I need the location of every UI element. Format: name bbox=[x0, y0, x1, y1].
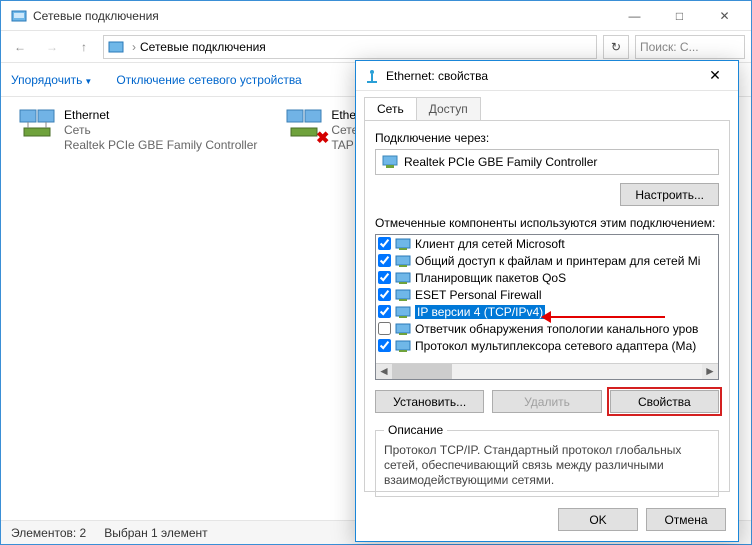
configure-button[interactable]: Настроить... bbox=[620, 183, 719, 206]
dialog-titlebar[interactable]: Ethernet: свойства ✕ bbox=[356, 61, 738, 91]
tab-panel-network: Подключение через: Realtek PCIe GBE Fami… bbox=[364, 120, 730, 492]
component-checkbox[interactable] bbox=[378, 322, 391, 335]
component-row[interactable]: ESET Personal Firewall bbox=[376, 286, 718, 303]
ok-button[interactable]: OK bbox=[558, 508, 638, 531]
adapter-field[interactable]: Realtek PCIe GBE Family Controller bbox=[375, 149, 719, 175]
component-icon bbox=[395, 271, 411, 285]
adapter-name: Ethernet bbox=[64, 108, 257, 123]
status-selected: Выбран 1 элемент bbox=[104, 526, 207, 540]
maximize-button[interactable]: □ bbox=[657, 1, 702, 30]
component-label: ESET Personal Firewall bbox=[415, 288, 542, 302]
component-checkbox[interactable] bbox=[378, 288, 391, 301]
network-icon bbox=[364, 68, 380, 84]
app-icon bbox=[11, 8, 27, 24]
component-checkbox[interactable] bbox=[378, 271, 391, 284]
component-label: Ответчик обнаружения топологии канальног… bbox=[415, 322, 698, 336]
dialog-title: Ethernet: свойства bbox=[386, 69, 700, 83]
component-row[interactable]: Клиент для сетей Microsoft bbox=[376, 235, 718, 252]
component-checkbox[interactable] bbox=[378, 254, 391, 267]
tab-network[interactable]: Сеть bbox=[364, 97, 417, 120]
description-group: Описание Протокол TCP/IP. Стандартный пр… bbox=[375, 423, 719, 497]
cancel-button[interactable]: Отмена bbox=[646, 508, 726, 531]
forward-button[interactable]: → bbox=[39, 34, 65, 60]
dialog-close-button[interactable]: ✕ bbox=[700, 67, 730, 84]
component-icon bbox=[395, 288, 411, 302]
component-row[interactable]: Планировщик пакетов QoS bbox=[376, 269, 718, 286]
components-label: Отмеченные компоненты используются этим … bbox=[375, 216, 719, 230]
minimize-button[interactable]: — bbox=[612, 1, 657, 30]
breadcrumb[interactable]: Сетевые подключения bbox=[140, 40, 266, 54]
refresh-button[interactable]: ↻ bbox=[603, 35, 629, 59]
component-icon bbox=[395, 322, 411, 336]
component-checkbox[interactable] bbox=[378, 339, 391, 352]
horizontal-scrollbar[interactable]: ◄ ► bbox=[376, 363, 718, 379]
address-bar[interactable]: › Сетевые подключения bbox=[103, 35, 597, 59]
nav-row: ← → ↑ › Сетевые подключения ↻ Поиск: С..… bbox=[1, 31, 751, 63]
scroll-left-icon[interactable]: ◄ bbox=[376, 364, 392, 379]
component-row[interactable]: Ответчик обнаружения топологии канальног… bbox=[376, 320, 718, 337]
description-title: Описание bbox=[384, 423, 447, 437]
component-icon bbox=[395, 237, 411, 251]
titlebar[interactable]: Сетевые подключения — □ ✕ bbox=[1, 1, 751, 31]
adapter-device: Realtek PCIe GBE Family Controller bbox=[64, 138, 257, 153]
component-icon bbox=[395, 339, 411, 353]
component-label: Общий доступ к файлам и принтерам для се… bbox=[415, 254, 700, 268]
component-row[interactable]: IP версии 4 (TCP/IPv4) bbox=[376, 303, 718, 320]
component-icon bbox=[395, 305, 411, 319]
breadcrumb-sep: › bbox=[132, 40, 136, 54]
scroll-thumb[interactable] bbox=[392, 364, 452, 379]
adapter-tap[interactable]: ✖ Ethe Сете TAP bbox=[282, 105, 362, 156]
ethernet-properties-dialog: Ethernet: свойства ✕ Сеть Доступ Подключ… bbox=[355, 60, 739, 542]
back-button[interactable]: ← bbox=[7, 34, 33, 60]
status-count: Элементов: 2 bbox=[11, 526, 86, 540]
install-button[interactable]: Установить... bbox=[375, 390, 484, 413]
components-list[interactable]: Клиент для сетей Microsoft Общий доступ к… bbox=[375, 234, 719, 380]
component-label: Клиент для сетей Microsoft bbox=[415, 237, 565, 251]
disable-device-button[interactable]: Отключение сетевого устройства bbox=[116, 73, 301, 87]
folder-icon bbox=[108, 39, 124, 55]
up-button[interactable]: ↑ bbox=[71, 34, 97, 60]
error-icon: ✖ bbox=[316, 128, 329, 148]
adapter-field-text: Realtek PCIe GBE Family Controller bbox=[404, 155, 597, 169]
tab-access[interactable]: Доступ bbox=[416, 97, 481, 120]
tabs: Сеть Доступ bbox=[356, 91, 738, 120]
component-label: Планировщик пакетов QoS bbox=[415, 271, 566, 285]
adapter-ethernet[interactable]: Ethernet Сеть Realtek PCIe GBE Family Co… bbox=[15, 105, 275, 156]
nic-icon bbox=[18, 108, 58, 144]
component-checkbox[interactable] bbox=[378, 305, 391, 318]
search-input[interactable]: Поиск: С... bbox=[635, 35, 745, 59]
window-title: Сетевые подключения bbox=[33, 9, 612, 23]
component-row[interactable]: Общий доступ к файлам и принтерам для се… bbox=[376, 252, 718, 269]
remove-button: Удалить bbox=[492, 390, 601, 413]
component-checkbox[interactable] bbox=[378, 237, 391, 250]
component-label: IP версии 4 (TCP/IPv4) bbox=[415, 305, 545, 319]
scroll-right-icon[interactable]: ► bbox=[702, 364, 718, 379]
component-label: Протокол мультиплексора сетевого адаптер… bbox=[415, 339, 696, 353]
nic-icon: ✖ bbox=[285, 108, 325, 144]
close-button[interactable]: ✕ bbox=[702, 1, 747, 30]
description-text: Протокол TCP/IP. Стандартный протокол гл… bbox=[384, 443, 710, 488]
adapter-status: Сеть bbox=[64, 123, 257, 138]
connect-via-label: Подключение через: bbox=[375, 131, 719, 145]
nic-small-icon bbox=[382, 155, 398, 169]
properties-button[interactable]: Свойства bbox=[610, 390, 719, 413]
component-icon bbox=[395, 254, 411, 268]
organize-menu[interactable]: Упорядочить▼ bbox=[11, 73, 92, 87]
component-row[interactable]: Протокол мультиплексора сетевого адаптер… bbox=[376, 337, 718, 354]
